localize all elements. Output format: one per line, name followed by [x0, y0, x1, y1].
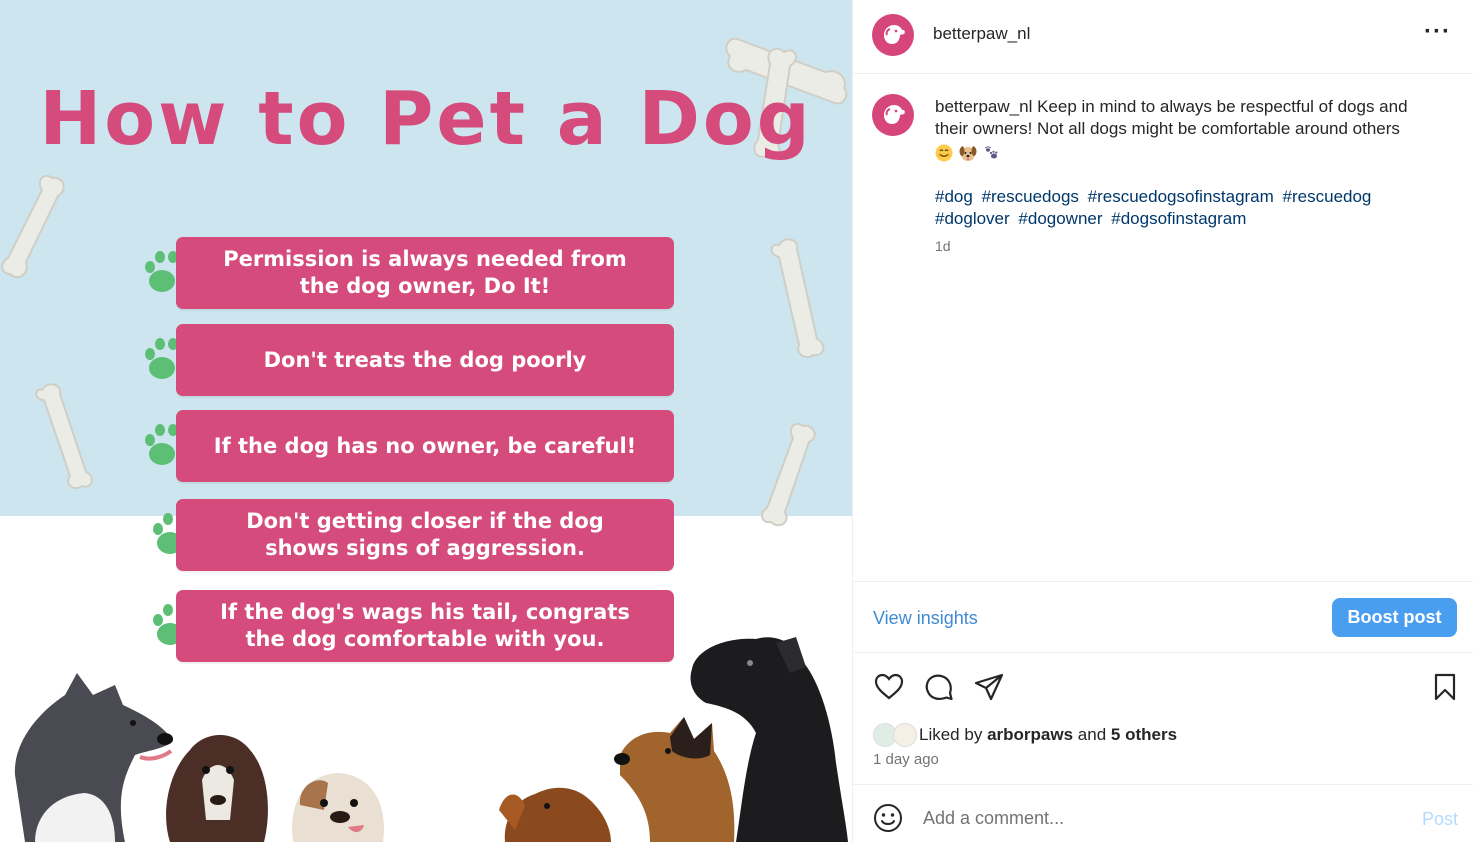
- avatar: [893, 723, 917, 747]
- comment-icon[interactable]: [923, 671, 955, 703]
- bone-decoration: [761, 422, 816, 527]
- tip-row: Don't treats the dog poorly: [140, 324, 680, 396]
- likes-summary: Liked by arborpaws and 5 others: [873, 723, 1177, 747]
- emoji-row: [935, 142, 1445, 164]
- liker-avatars[interactable]: [873, 723, 919, 747]
- dog-face-emoji: [959, 146, 977, 161]
- post-comment-button[interactable]: Post: [1422, 809, 1458, 830]
- hashtag-link[interactable]: #dog: [935, 187, 973, 206]
- bone-decoration: [770, 238, 825, 359]
- hashtag-link[interactable]: #rescuedog: [1283, 187, 1372, 206]
- more-options-icon[interactable]: ···: [1424, 20, 1451, 44]
- post-header: betterpaw_nl ···: [853, 0, 1473, 74]
- hashtag-link[interactable]: #dogsofinstagram: [1111, 209, 1246, 228]
- betterpaw-logo-icon: [884, 25, 905, 44]
- hashtag-link[interactable]: #rescuedogs: [982, 187, 1079, 206]
- liked-others-link[interactable]: 5 others: [1111, 725, 1177, 745]
- liked-by-prefix: Liked by: [919, 725, 983, 744]
- tip-card: Permission is always needed from the dog…: [176, 237, 674, 309]
- tip-card: Don't treats the dog poorly: [176, 324, 674, 396]
- spaniel-dog-illustration: [166, 735, 268, 842]
- tip-row: If the dog's wags his tail, congrats the…: [140, 590, 680, 662]
- comment-input[interactable]: [923, 801, 1393, 835]
- bulldog-illustration: [292, 773, 384, 842]
- avatar[interactable]: [872, 94, 914, 136]
- paw-prints-emoji: [985, 146, 998, 159]
- caption-section: betterpaw_nl Keep in mind to always be r…: [853, 74, 1473, 582]
- share-icon[interactable]: [973, 671, 1005, 703]
- tip-card: If the dog's wags his tail, congrats the…: [176, 590, 674, 662]
- bone-decoration: [1, 174, 65, 279]
- caption-timestamp[interactable]: 1d: [935, 238, 951, 254]
- emoji-picker-icon[interactable]: [873, 803, 903, 833]
- liked-by-user[interactable]: arborpaws: [987, 725, 1073, 745]
- boost-post-button[interactable]: Boost post: [1332, 598, 1457, 637]
- tip-card: Don't getting closer if the dog shows si…: [176, 499, 674, 571]
- header-username[interactable]: betterpaw_nl: [933, 24, 1030, 44]
- tip-row: Permission is always needed from the dog…: [140, 237, 680, 309]
- akita-dog-illustration: [14, 673, 174, 842]
- post-side-panel: betterpaw_nl ··· betterpaw_nl Keep in mi…: [852, 0, 1473, 842]
- tip-row: Don't getting closer if the dog shows si…: [140, 499, 680, 571]
- tip-row: If the dog has no owner, be careful!: [140, 410, 680, 482]
- post-image[interactable]: How to Pet a Dog Permission is always ne…: [0, 0, 852, 842]
- liked-and: and: [1077, 725, 1107, 744]
- hashtag-link[interactable]: #dogowner: [1018, 209, 1102, 228]
- dachshund-illustration: [499, 787, 611, 842]
- bookmark-icon[interactable]: [1429, 671, 1461, 703]
- hashtag-link[interactable]: #rescuedogsofinstagram: [1088, 187, 1274, 206]
- tip-card: If the dog has no owner, be careful!: [176, 410, 674, 482]
- actions-section: Liked by arborpaws and 5 others 1 day ag…: [853, 653, 1473, 785]
- avatar[interactable]: [872, 14, 914, 56]
- great-dane-illustration: [690, 637, 848, 842]
- betterpaw-logo-icon: [884, 105, 905, 124]
- hashtag-list: #dog #rescuedogs #rescuedogsofinstagram …: [935, 186, 1445, 230]
- caption-username[interactable]: betterpaw_nl: [935, 97, 1032, 116]
- bone-decoration: [35, 383, 93, 490]
- insights-bar: View insights Boost post: [853, 582, 1473, 653]
- caption-text-block: betterpaw_nl Keep in mind to always be r…: [935, 96, 1445, 230]
- post-timestamp[interactable]: 1 day ago: [873, 751, 939, 768]
- comment-bar: Post: [853, 785, 1473, 842]
- headline: How to Pet a Dog: [39, 76, 813, 162]
- smiling-face-emoji: [935, 144, 953, 162]
- hashtag-link[interactable]: #doglover: [935, 209, 1010, 228]
- view-insights-link[interactable]: View insights: [873, 608, 978, 629]
- instagram-post-view: How to Pet a Dog Permission is always ne…: [0, 0, 1473, 842]
- heart-icon[interactable]: [873, 671, 905, 703]
